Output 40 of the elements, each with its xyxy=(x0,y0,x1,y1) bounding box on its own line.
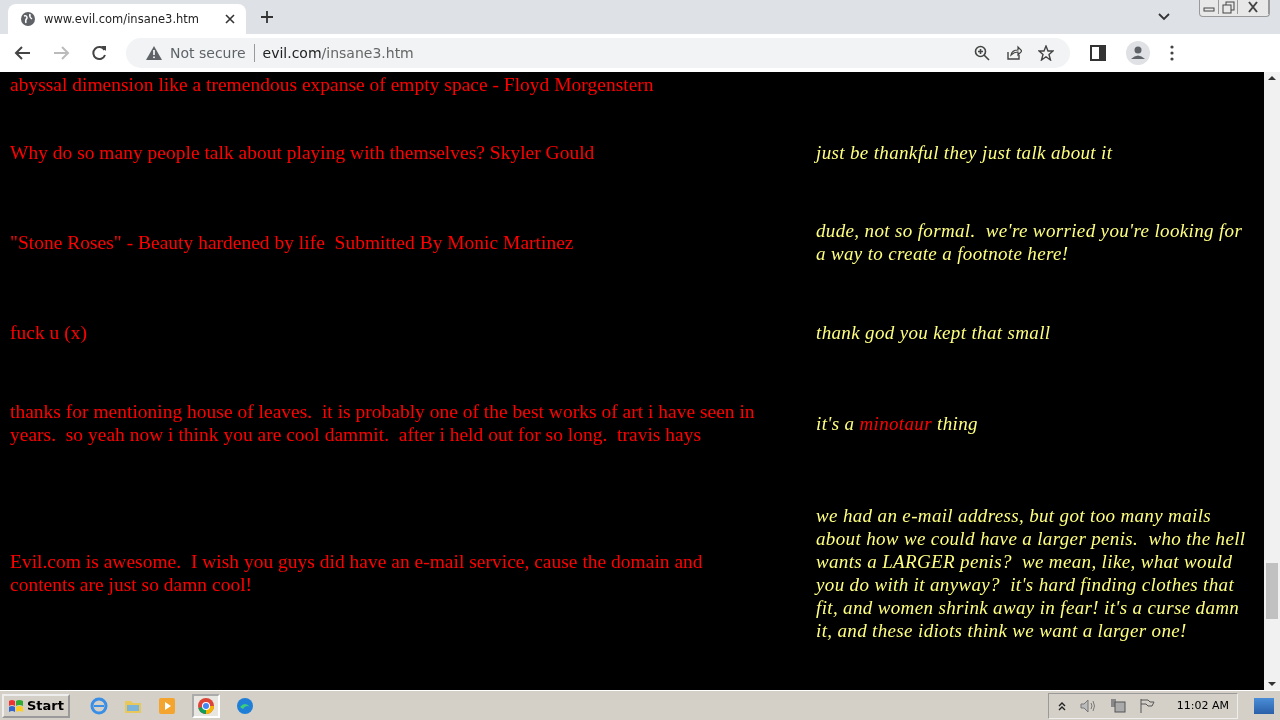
share-icon[interactable] xyxy=(1006,45,1022,61)
comment-text: abyssal dimension like a tremendous expanse of empty space - Floyd Morgenstern xyxy=(10,73,654,95)
url-text: evil.com/insane3.htm xyxy=(262,45,414,61)
edge-icon[interactable] xyxy=(236,696,254,715)
comment-text: thanks for mentioning house of leaves. it is probably one of the best works of art i have seen in years. so yeah now i think you are cool dammit. after i held out for so long. travis hays xyxy=(10,401,756,445)
clock: 11:02 AM xyxy=(1176,699,1229,712)
comment-text: fuck u (x) xyxy=(10,321,87,343)
comment-text: "Stone Roses" - Beauty hardened by life Submitted By Monic Martinez xyxy=(10,231,574,253)
profile-icon[interactable] xyxy=(1126,41,1150,65)
restore-icon[interactable] xyxy=(1219,0,1238,14)
browser-tab[interactable]: www.evil.com/insane3.htm xyxy=(8,4,246,34)
network-icon[interactable] xyxy=(1108,697,1127,714)
warning-icon xyxy=(146,46,162,60)
chrome-taskbar-button[interactable] xyxy=(192,693,220,718)
start-button[interactable]: Start xyxy=(2,693,70,718)
zoom-icon[interactable] xyxy=(974,45,990,61)
reload-icon[interactable] xyxy=(90,44,108,62)
address-bar[interactable]: Not secure evil.com/insane3.htm xyxy=(126,38,1070,68)
reply-text: we had an e-mail address, but got too many mails about how we could have a larger penis. who the hell wants a LARGER penis? we mean, like, what would you do with it anyway? it's hard finding clothes that fit, and women shrink away in fear! it's a curse damn it, and these idiots think we want a larger one! xyxy=(816,504,1247,642)
new-tab-icon[interactable] xyxy=(260,10,274,24)
menu-icon[interactable] xyxy=(1170,45,1174,61)
comment-text: Why do so many people talk about playing with themselves? Skyler Gould xyxy=(10,141,595,163)
comment-text: Evil.com is awesome. I wish you guys did have an e-mail service, cause the domain and contents are just so damn cool! xyxy=(10,551,704,595)
speaker-icon[interactable] xyxy=(1078,697,1097,714)
globe-icon xyxy=(20,11,36,27)
reply-text: dude, not so formal. we're worried you're looking for a way to create a footnote here! xyxy=(816,219,1244,265)
reply-text: just be thankful they just talk about it xyxy=(816,140,1114,164)
flag-icon[interactable] xyxy=(1138,697,1155,714)
security-label: Not secure xyxy=(170,45,246,61)
scrollbar-thumb[interactable] xyxy=(1266,563,1278,619)
reply-text: thank god you kept that small xyxy=(816,320,1052,344)
reply-text: it's a minotaur thing xyxy=(816,411,979,435)
side-panel-icon[interactable] xyxy=(1090,45,1106,61)
tab-title: www.evil.com/insane3.htm xyxy=(44,12,201,26)
show-desktop-button[interactable] xyxy=(1254,697,1274,714)
windows-logo-icon xyxy=(8,698,24,713)
chevron-down-icon[interactable] xyxy=(1157,12,1171,22)
star-icon[interactable] xyxy=(1038,45,1054,61)
close-icon[interactable] xyxy=(224,13,236,25)
back-icon[interactable] xyxy=(14,44,32,62)
